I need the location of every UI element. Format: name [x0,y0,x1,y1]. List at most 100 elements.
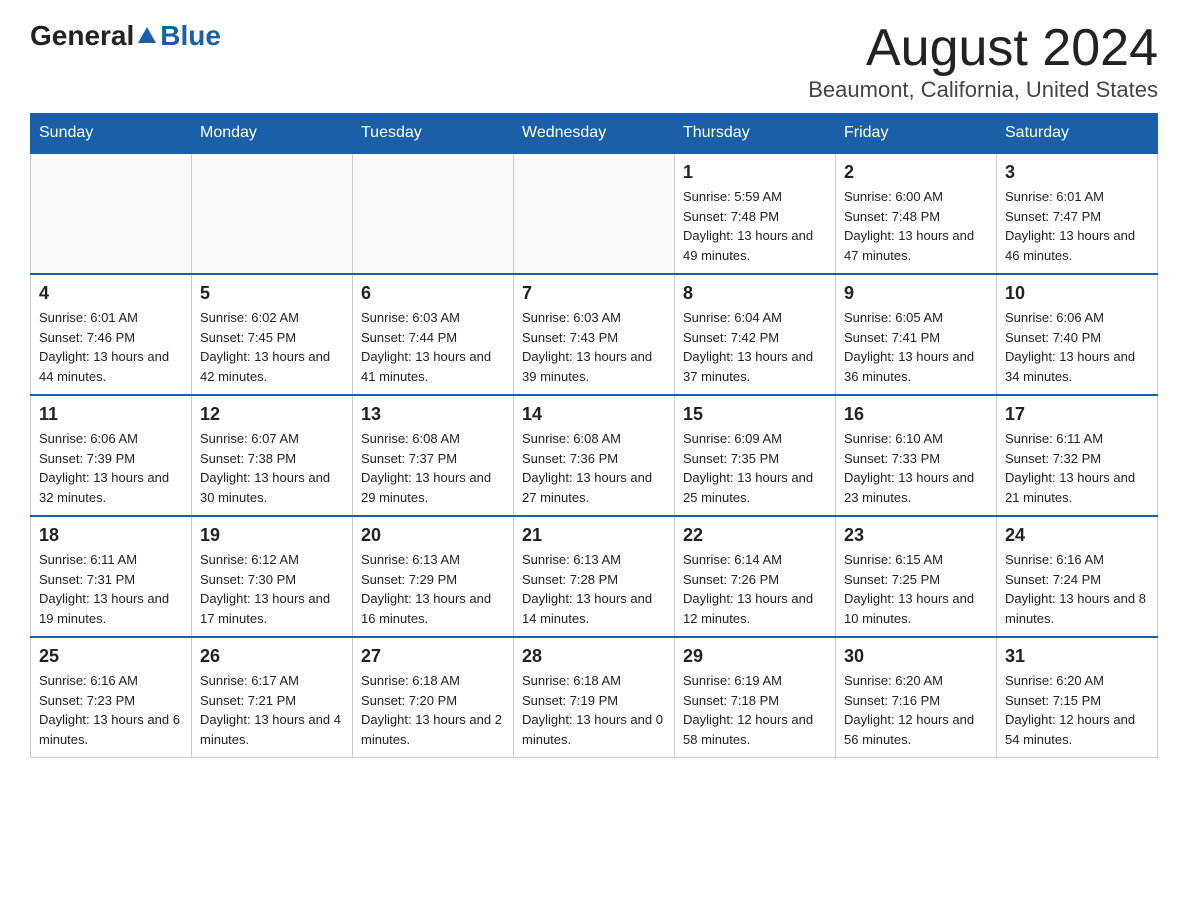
day-info: Sunrise: 6:03 AMSunset: 7:44 PMDaylight:… [361,308,505,386]
weekday-header-row: SundayMondayTuesdayWednesdayThursdayFrid… [31,114,1158,154]
weekday-header-monday: Monday [192,114,353,154]
day-number: 9 [844,283,988,304]
day-number: 4 [39,283,183,304]
day-number: 23 [844,525,988,546]
day-number: 20 [361,525,505,546]
day-number: 6 [361,283,505,304]
logo: General Blue [30,20,221,52]
calendar-cell: 31 Sunrise: 6:20 AMSunset: 7:15 PMDayligh… [997,637,1158,758]
day-number: 15 [683,404,827,425]
day-info: Sunrise: 6:17 AMSunset: 7:21 PMDaylight:… [200,671,344,749]
day-info: Sunrise: 6:11 AMSunset: 7:32 PMDaylight:… [1005,429,1149,507]
day-number: 26 [200,646,344,667]
calendar-cell: 28 Sunrise: 6:18 AMSunset: 7:19 PMDayligh… [514,637,675,758]
calendar-cell [31,153,192,274]
day-number: 5 [200,283,344,304]
day-number: 30 [844,646,988,667]
day-info: Sunrise: 6:06 AMSunset: 7:39 PMDaylight:… [39,429,183,507]
day-info: Sunrise: 6:18 AMSunset: 7:19 PMDaylight:… [522,671,666,749]
calendar-cell: 20 Sunrise: 6:13 AMSunset: 7:29 PMDayligh… [353,516,514,637]
calendar-cell: 26 Sunrise: 6:17 AMSunset: 7:21 PMDayligh… [192,637,353,758]
day-info: Sunrise: 6:15 AMSunset: 7:25 PMDaylight:… [844,550,988,628]
day-number: 7 [522,283,666,304]
calendar-cell: 16 Sunrise: 6:10 AMSunset: 7:33 PMDayligh… [836,395,997,516]
day-number: 28 [522,646,666,667]
day-info: Sunrise: 6:12 AMSunset: 7:30 PMDaylight:… [200,550,344,628]
day-info: Sunrise: 6:18 AMSunset: 7:20 PMDaylight:… [361,671,505,749]
day-info: Sunrise: 6:10 AMSunset: 7:33 PMDaylight:… [844,429,988,507]
calendar-cell: 30 Sunrise: 6:20 AMSunset: 7:16 PMDayligh… [836,637,997,758]
calendar-cell: 24 Sunrise: 6:16 AMSunset: 7:24 PMDayligh… [997,516,1158,637]
calendar-cell: 1 Sunrise: 5:59 AMSunset: 7:48 PMDaylight… [675,153,836,274]
day-info: Sunrise: 6:02 AMSunset: 7:45 PMDaylight:… [200,308,344,386]
day-info: Sunrise: 6:13 AMSunset: 7:28 PMDaylight:… [522,550,666,628]
calendar-table: SundayMondayTuesdayWednesdayThursdayFrid… [30,113,1158,758]
weekday-header-wednesday: Wednesday [514,114,675,154]
calendar-week-2: 4Sunrise: 6:01 AMSunset: 7:46 PMDaylight… [31,274,1158,395]
day-number: 29 [683,646,827,667]
calendar-cell: 9 Sunrise: 6:05 AMSunset: 7:41 PMDaylight… [836,274,997,395]
page-header: General Blue August 2024 Beaumont, Calif… [30,20,1158,103]
calendar-cell: 23 Sunrise: 6:15 AMSunset: 7:25 PMDayligh… [836,516,997,637]
calendar-cell: 10Sunrise: 6:06 AMSunset: 7:40 PMDayligh… [997,274,1158,395]
day-number: 22 [683,525,827,546]
day-info: Sunrise: 6:20 AMSunset: 7:15 PMDaylight:… [1005,671,1149,749]
calendar-cell: 15 Sunrise: 6:09 AMSunset: 7:35 PMDayligh… [675,395,836,516]
calendar-cell: 3 Sunrise: 6:01 AMSunset: 7:47 PMDaylight… [997,153,1158,274]
day-info: Sunrise: 6:00 AMSunset: 7:48 PMDaylight:… [844,187,988,265]
calendar-cell: 17 Sunrise: 6:11 AMSunset: 7:32 PMDayligh… [997,395,1158,516]
calendar-cell: 11 Sunrise: 6:06 AMSunset: 7:39 PMDayligh… [31,395,192,516]
calendar-cell: 22 Sunrise: 6:14 AMSunset: 7:26 PMDayligh… [675,516,836,637]
weekday-header-saturday: Saturday [997,114,1158,154]
calendar-cell: 7 Sunrise: 6:03 AMSunset: 7:43 PMDaylight… [514,274,675,395]
day-number: 27 [361,646,505,667]
logo-icon [136,25,158,47]
day-info: Sunrise: 6:07 AMSunset: 7:38 PMDaylight:… [200,429,344,507]
day-info: Sunrise: 6:14 AMSunset: 7:26 PMDaylight:… [683,550,827,628]
day-info: Sunrise: 6:11 AMSunset: 7:31 PMDaylight:… [39,550,183,628]
calendar-cell: 6 Sunrise: 6:03 AMSunset: 7:44 PMDaylight… [353,274,514,395]
calendar-cell [514,153,675,274]
logo-area: General Blue [30,20,221,52]
day-number: 16 [844,404,988,425]
day-number: 17 [1005,404,1149,425]
day-info: Sunrise: 6:01 AMSunset: 7:47 PMDaylight:… [1005,187,1149,265]
day-number: 31 [1005,646,1149,667]
calendar-week-5: 25 Sunrise: 6:16 AMSunset: 7:23 PMDayligh… [31,637,1158,758]
day-info: Sunrise: 6:06 AMSunset: 7:40 PMDaylight:… [1005,308,1149,386]
calendar-cell: 19Sunrise: 6:12 AMSunset: 7:30 PMDayligh… [192,516,353,637]
weekday-header-thursday: Thursday [675,114,836,154]
day-number: 13 [361,404,505,425]
calendar-week-4: 18 Sunrise: 6:11 AMSunset: 7:31 PMDayligh… [31,516,1158,637]
day-info: Sunrise: 6:16 AMSunset: 7:23 PMDaylight:… [39,671,183,749]
day-number: 1 [683,162,827,183]
weekday-header-tuesday: Tuesday [353,114,514,154]
day-info: Sunrise: 6:09 AMSunset: 7:35 PMDaylight:… [683,429,827,507]
logo-triangle-icon [136,25,158,47]
weekday-header-sunday: Sunday [31,114,192,154]
calendar-cell: 21Sunrise: 6:13 AMSunset: 7:28 PMDayligh… [514,516,675,637]
calendar-cell: 13 Sunrise: 6:08 AMSunset: 7:37 PMDayligh… [353,395,514,516]
day-info: Sunrise: 6:13 AMSunset: 7:29 PMDaylight:… [361,550,505,628]
calendar-cell: 14Sunrise: 6:08 AMSunset: 7:36 PMDayligh… [514,395,675,516]
day-number: 8 [683,283,827,304]
day-info: Sunrise: 6:20 AMSunset: 7:16 PMDaylight:… [844,671,988,749]
day-info: Sunrise: 6:19 AMSunset: 7:18 PMDaylight:… [683,671,827,749]
calendar-week-3: 11 Sunrise: 6:06 AMSunset: 7:39 PMDayligh… [31,395,1158,516]
day-info: Sunrise: 5:59 AMSunset: 7:48 PMDaylight:… [683,187,827,265]
day-number: 25 [39,646,183,667]
day-number: 11 [39,404,183,425]
title-area: August 2024 Beaumont, California, United… [808,20,1158,103]
calendar-cell: 4Sunrise: 6:01 AMSunset: 7:46 PMDaylight… [31,274,192,395]
day-number: 18 [39,525,183,546]
day-number: 14 [522,404,666,425]
month-title: August 2024 [808,20,1158,77]
day-info: Sunrise: 6:08 AMSunset: 7:37 PMDaylight:… [361,429,505,507]
day-number: 3 [1005,162,1149,183]
day-info: Sunrise: 6:16 AMSunset: 7:24 PMDaylight:… [1005,550,1149,628]
day-info: Sunrise: 6:03 AMSunset: 7:43 PMDaylight:… [522,308,666,386]
day-number: 24 [1005,525,1149,546]
calendar-cell: 8Sunrise: 6:04 AMSunset: 7:42 PMDaylight… [675,274,836,395]
day-info: Sunrise: 6:05 AMSunset: 7:41 PMDaylight:… [844,308,988,386]
day-number: 12 [200,404,344,425]
